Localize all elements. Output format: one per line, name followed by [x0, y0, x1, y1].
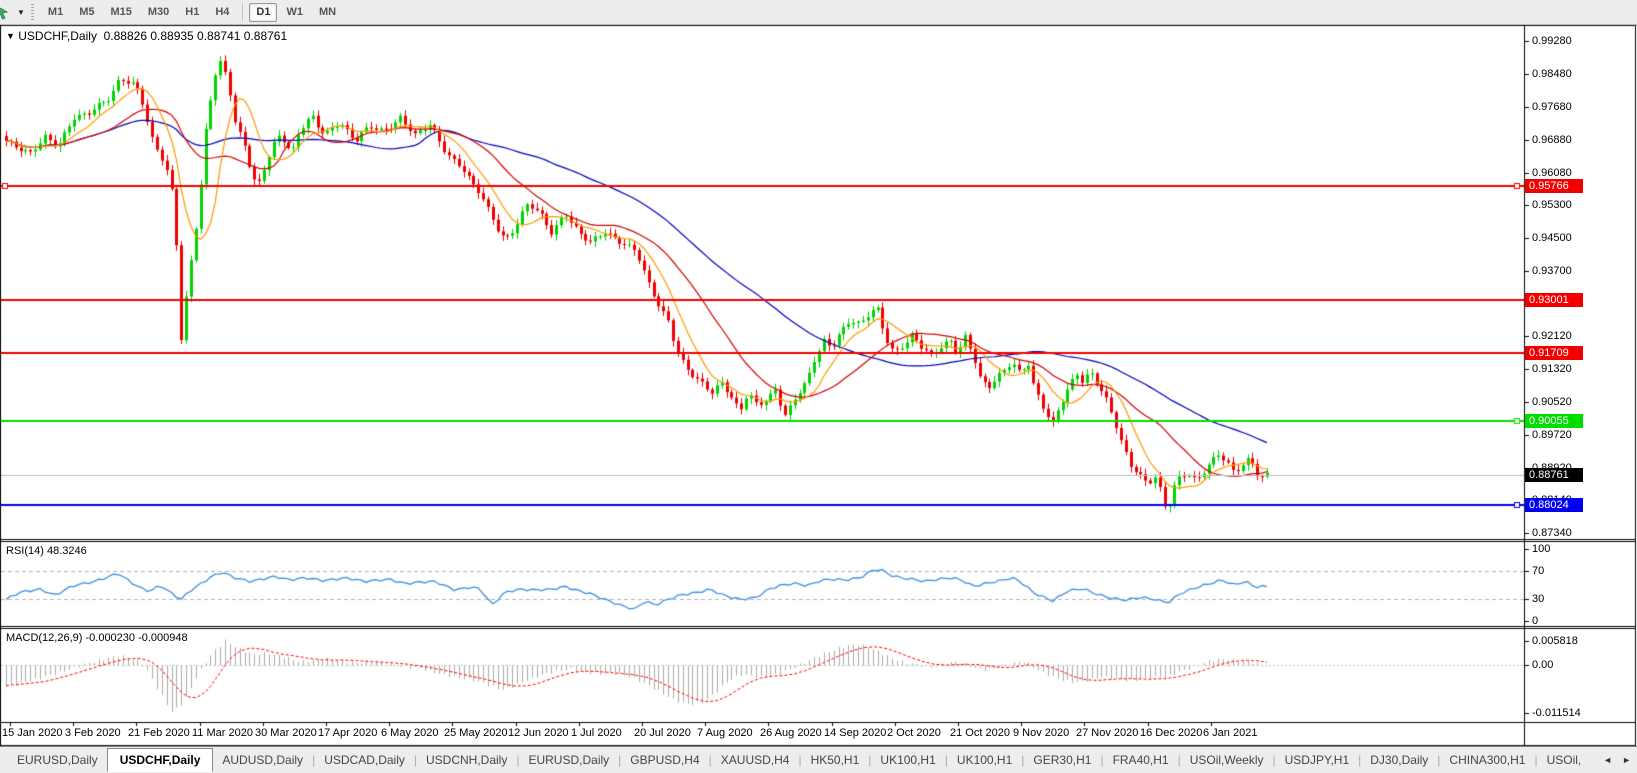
rsi-indicator-label: RSI(14) 48.3246 — [6, 545, 87, 557]
timeframe-button-mn[interactable]: MN — [312, 3, 343, 22]
chart-tab-usdcnh-daily[interactable]: USDCNH,Daily — [417, 749, 516, 771]
chart-tab-uk100-h1[interactable]: UK100,H1 — [871, 749, 944, 771]
timeframe-button-h4[interactable]: H4 — [208, 3, 236, 22]
macd-indicator-label: MACD(12,26,9) -0.000230 -0.000948 — [6, 632, 188, 644]
chart-tab-audusd-daily[interactable]: AUDUSD,Daily — [213, 749, 312, 771]
chart-canvas[interactable] — [0, 0, 1637, 772]
chart-tab-usdjpy-h1[interactable]: USDJPY,H1 — [1276, 749, 1358, 771]
timeframe-button-w1[interactable]: W1 — [279, 3, 310, 22]
collapse-triangle-icon[interactable]: ▼ — [6, 31, 15, 41]
chart-tab-uk100-h1[interactable]: UK100,H1 — [948, 749, 1021, 771]
timeframe-button-h1[interactable]: H1 — [178, 3, 206, 22]
timeframe-buttons: M1 M5 M15 M30 H1 H4 D1 W1 MN — [40, 2, 344, 22]
chart-ohlc-values: 0.88826 0.88935 0.88741 0.88761 — [103, 29, 288, 43]
chart-tab-xauusd-h4[interactable]: XAUUSD,H4 — [712, 749, 799, 771]
chart-tab-eurusd-daily[interactable]: EURUSD,Daily — [519, 749, 618, 771]
chart-tab-dj30-daily[interactable]: DJ30,Daily — [1361, 749, 1437, 771]
chart-tab-usoil-[interactable]: USOil, — [1538, 749, 1591, 771]
chart-tab-fra40-h1[interactable]: FRA40,H1 — [1104, 749, 1178, 771]
chart-tab-eurusd-daily[interactable]: EURUSD,Daily — [8, 749, 107, 771]
timeframe-button-m5[interactable]: M5 — [72, 3, 101, 22]
scroll-right-icon[interactable]: ► — [1622, 755, 1631, 765]
timeframe-button-m30[interactable]: M30 — [141, 3, 176, 22]
chevron-down-icon[interactable]: ▼ — [17, 8, 25, 17]
timeframe-button-d1[interactable]: D1 — [249, 2, 278, 22]
toolbar-separator — [242, 3, 244, 21]
chart-tab-usdcad-daily[interactable]: USDCAD,Daily — [315, 749, 414, 771]
chart-tools-icon[interactable] — [0, 4, 15, 20]
trading-terminal: { "toolbar": { "timeframe_groups": [["M1… — [0, 0, 1637, 773]
timeframe-toolbar: ▼ M1 M5 M15 M30 H1 H4 D1 W1 MN — [0, 0, 1637, 25]
chart-symbol-label: USDCHF,Daily — [18, 29, 97, 43]
chart-tab-ger30-h1[interactable]: GER30,H1 — [1024, 749, 1100, 771]
chart-tab-hk50-h1[interactable]: HK50,H1 — [802, 749, 869, 771]
chart-tab-china300-h1[interactable]: CHINA300,H1 — [1440, 749, 1534, 771]
timeframe-button-m15[interactable]: M15 — [103, 3, 138, 22]
chart-title: ▼ USDCHF,Daily 0.88826 0.88935 0.88741 0… — [6, 29, 287, 43]
scroll-left-icon[interactable]: ◄ — [1603, 755, 1612, 765]
chart-tab-gbpusd-h4[interactable]: GBPUSD,H4 — [621, 749, 708, 771]
chart-tab-usoil-weekly[interactable]: USOil,Weekly — [1181, 749, 1273, 771]
toolbar-grip[interactable] — [30, 4, 34, 20]
chart-tab-usdchf-daily[interactable]: USDCHF,Daily — [106, 748, 214, 772]
chart-tab-bar: EURUSD,Daily USDCHF,Daily AUDUSD,Daily | USD… — [0, 746, 1637, 773]
timeframe-button-m1[interactable]: M1 — [41, 3, 70, 22]
tab-scroll-arrows: ◄ ► — [1597, 755, 1637, 765]
